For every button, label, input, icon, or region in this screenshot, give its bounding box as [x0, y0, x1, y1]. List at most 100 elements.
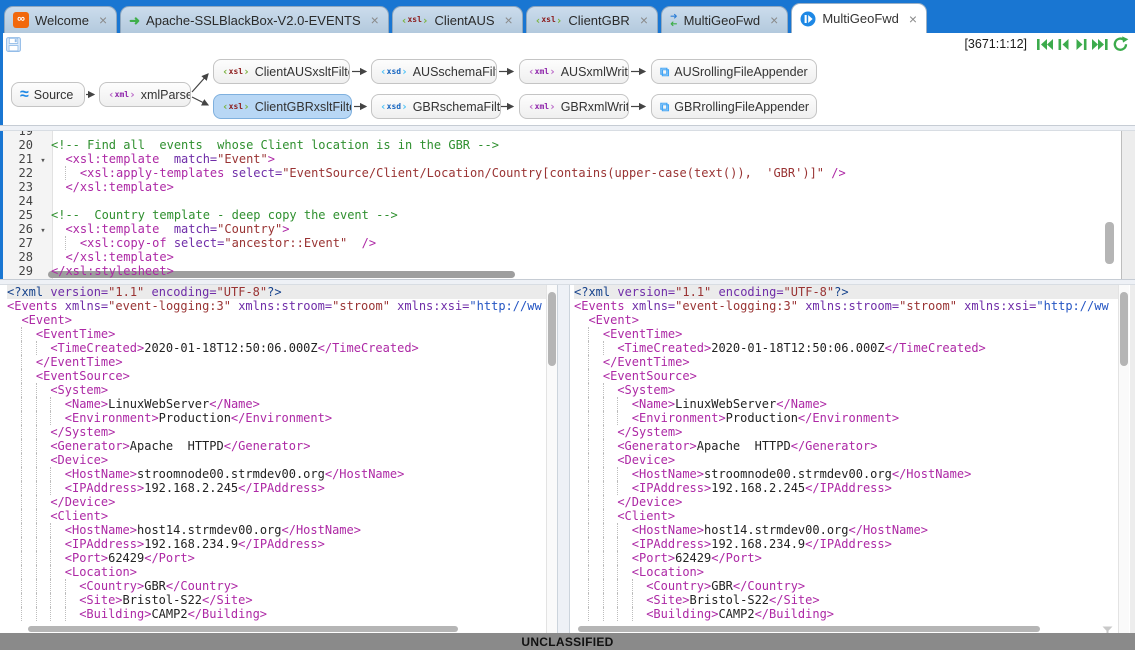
code-line: <IPAddress>192.168.2.245</IPAddress> — [7, 481, 546, 495]
stroom-app: ∞ Welcome × ➜ Apache-SSLBlackBox-V2.0-EV… — [0, 0, 1135, 650]
code-line: </EventTime> — [7, 355, 546, 369]
close-icon[interactable]: × — [99, 13, 107, 27]
editor-vertical-scrollbar[interactable] — [1105, 222, 1114, 264]
code-line: <HostName>stroomnode00.strmdev00.org</Ho… — [574, 467, 1118, 481]
code-line: <Environment>Production</Environment> — [7, 411, 546, 425]
tab-welcome[interactable]: ∞ Welcome × — [4, 6, 117, 33]
output-pane-vertical-scrollbar[interactable] — [1120, 292, 1128, 366]
output-xml-code: <?xml version="1.1" encoding="UTF-8"?> <E… — [574, 285, 1118, 621]
xml-icon: xml — [528, 101, 556, 112]
code-line: <Device> — [7, 453, 546, 467]
tab-clientgbr[interactable]: xsl ClientGBR × — [526, 6, 658, 33]
stepping-toolbar: [3671:1:12] — [3, 33, 1135, 55]
pipeline-element-ausxmlwriter[interactable]: xml AUSxmlWriter — [519, 59, 629, 84]
code-line: <IPAddress>192.168.234.9</IPAddress> — [574, 537, 1118, 551]
refresh-icon — [1112, 36, 1129, 52]
stepping-nav: [3671:1:12] — [964, 36, 1129, 52]
stroom-logo-icon: ∞ — [13, 12, 29, 28]
xsd-icon: xsd — [380, 66, 408, 77]
input-pane-vertical-scrollbar[interactable] — [548, 292, 556, 366]
source-icon: ≈ — [20, 87, 29, 103]
tab-bar: ∞ Welcome × ➜ Apache-SSLBlackBox-V2.0-EV… — [0, 0, 1135, 33]
input-pane-horizontal-scrollbar[interactable] — [28, 626, 458, 632]
element-label: xmlParser — [141, 88, 191, 102]
pipeline-element-clientgbrxsltfilter[interactable]: xsl ClientGBRxsltFilter — [213, 94, 352, 119]
save-button[interactable] — [5, 36, 22, 53]
pipeline-element-clientausxsltfilter[interactable]: xsl ClientAUSxsltFilter — [213, 59, 350, 84]
code-line: </System> — [574, 425, 1118, 439]
code-line: <Site>Bristol-S22</Site> — [7, 593, 546, 607]
code-line: <?xml version="1.1" encoding="UTF-8"?> — [574, 285, 1118, 299]
code-line: <IPAddress>192.168.2.245</IPAddress> — [574, 481, 1118, 495]
element-label: Source — [34, 88, 74, 102]
close-icon[interactable]: × — [640, 13, 648, 27]
code-line: <EventTime> — [574, 327, 1118, 341]
splitter-panes-vertical[interactable] — [557, 285, 570, 633]
pipeline-element-ausschemafilter[interactable]: xsd AUSschemaFilte — [371, 59, 497, 84]
element-label: ClientGBRxsltFilter — [255, 100, 352, 114]
code-line: 23</xsl:template> — [3, 180, 1105, 194]
close-icon[interactable]: × — [371, 13, 379, 27]
code-line: <Location> — [7, 565, 546, 579]
code-line: 26▾<xsl:template match="Country"> — [3, 222, 1105, 236]
feed-icon: ➜ — [129, 14, 140, 27]
pipeline-element-source[interactable]: ≈ Source — [11, 82, 85, 107]
step-last-icon — [1091, 37, 1109, 52]
code-line: <Port>62429</Port> — [574, 551, 1118, 565]
editor-code[interactable]: 1920<!-- Find all events whose Client lo… — [3, 131, 1105, 278]
tab-clientaus[interactable]: xsl ClientAUS × — [392, 6, 523, 33]
tab-multigeofwd-stepping[interactable]: MultiGeoFwd × — [791, 3, 927, 33]
tab-label: MultiGeoFwd — [684, 13, 761, 28]
classification-label: UNCLASSIFIED — [521, 635, 613, 649]
code-line: <EventTime> — [7, 327, 546, 341]
close-icon[interactable]: × — [909, 12, 917, 26]
tab-label: Apache-SSLBlackBox-V2.0-EVENTS — [146, 13, 361, 28]
step-forward-button[interactable] — [1074, 37, 1088, 52]
pipeline-element-gbrschemafilter[interactable]: xsd GBRschemaFilter — [371, 94, 501, 119]
pipeline-element-ausrollingfileappender[interactable]: ⧉ AUSrollingFileAppender — [651, 59, 817, 84]
code-line: <IPAddress>192.168.234.9</IPAddress> — [7, 537, 546, 551]
pipeline-element-gbrxmlwriter[interactable]: xml GBRxmlWriter — [519, 94, 629, 119]
step-last-button[interactable] — [1091, 37, 1109, 52]
tab-label: ClientGBR — [568, 13, 629, 28]
input-xml-pane[interactable]: <?xml version="1.1" encoding="UTF-8"?><E… — [3, 285, 546, 625]
output-pane-horizontal-scrollbar[interactable] — [578, 626, 1040, 632]
step-refresh-button[interactable] — [1112, 36, 1129, 52]
xsl-icon: xsl — [401, 15, 429, 26]
code-line: <HostName>stroomnode00.strmdev00.org</Ho… — [7, 467, 546, 481]
classification-banner: UNCLASSIFIED — [0, 633, 1135, 650]
code-line: <Location> — [574, 565, 1118, 579]
tab-label: Welcome — [35, 13, 89, 28]
code-line: <Building>CAMP2</Building> — [7, 607, 546, 621]
output-xml-pane[interactable]: <?xml version="1.1" encoding="UTF-8"?> <E… — [570, 285, 1118, 625]
code-line: 20<!-- Find all events whose Client loca… — [3, 138, 1105, 152]
code-line: </System> — [7, 425, 546, 439]
code-line: <TimeCreated>2020-01-18T12:50:06.000Z</T… — [7, 341, 546, 355]
xslt-editor[interactable]: 1920<!-- Find all events whose Client lo… — [3, 131, 1105, 279]
code-line: 21▾<xsl:template match="Event"> — [3, 152, 1105, 166]
code-line: </EventTime> — [574, 355, 1118, 369]
xml-icon: xml — [528, 66, 556, 77]
code-line: <Country>GBR</Country> — [7, 579, 546, 593]
pipeline-element-xmlparser[interactable]: xml xmlParser — [99, 82, 191, 107]
code-line: 27<xsl:copy-of select="ancestor::Event" … — [3, 236, 1105, 250]
code-line: <Device> — [574, 453, 1118, 467]
element-label: AUSxmlWriter — [561, 65, 629, 79]
code-line: 28</xsl:template> — [3, 250, 1105, 264]
tab-label: MultiGeoFwd — [822, 11, 899, 26]
code-line: <Name>LinuxWebServer</Name> — [574, 397, 1118, 411]
step-first-button[interactable] — [1036, 37, 1054, 52]
element-label: GBRschemaFilter — [413, 100, 501, 114]
close-icon[interactable]: × — [505, 13, 513, 27]
stepping-ref: [3671:1:12] — [964, 37, 1027, 51]
tab-multigeofwd-pipeline[interactable]: ➜ ➜ MultiGeoFwd × — [661, 6, 788, 33]
element-label: ClientAUSxsltFilter — [255, 65, 350, 79]
xml-icon: xml — [108, 89, 136, 100]
close-icon[interactable]: × — [770, 13, 778, 27]
step-forward-icon — [1074, 37, 1088, 52]
code-line: </Device> — [7, 495, 546, 509]
tab-apache-events[interactable]: ➜ Apache-SSLBlackBox-V2.0-EVENTS × — [120, 6, 389, 33]
step-back-button[interactable] — [1057, 37, 1071, 52]
element-label: AUSschemaFilte — [413, 65, 497, 79]
pipeline-element-gbrrollingfileappender[interactable]: ⧉ GBRrollingFileAppender — [651, 94, 817, 119]
